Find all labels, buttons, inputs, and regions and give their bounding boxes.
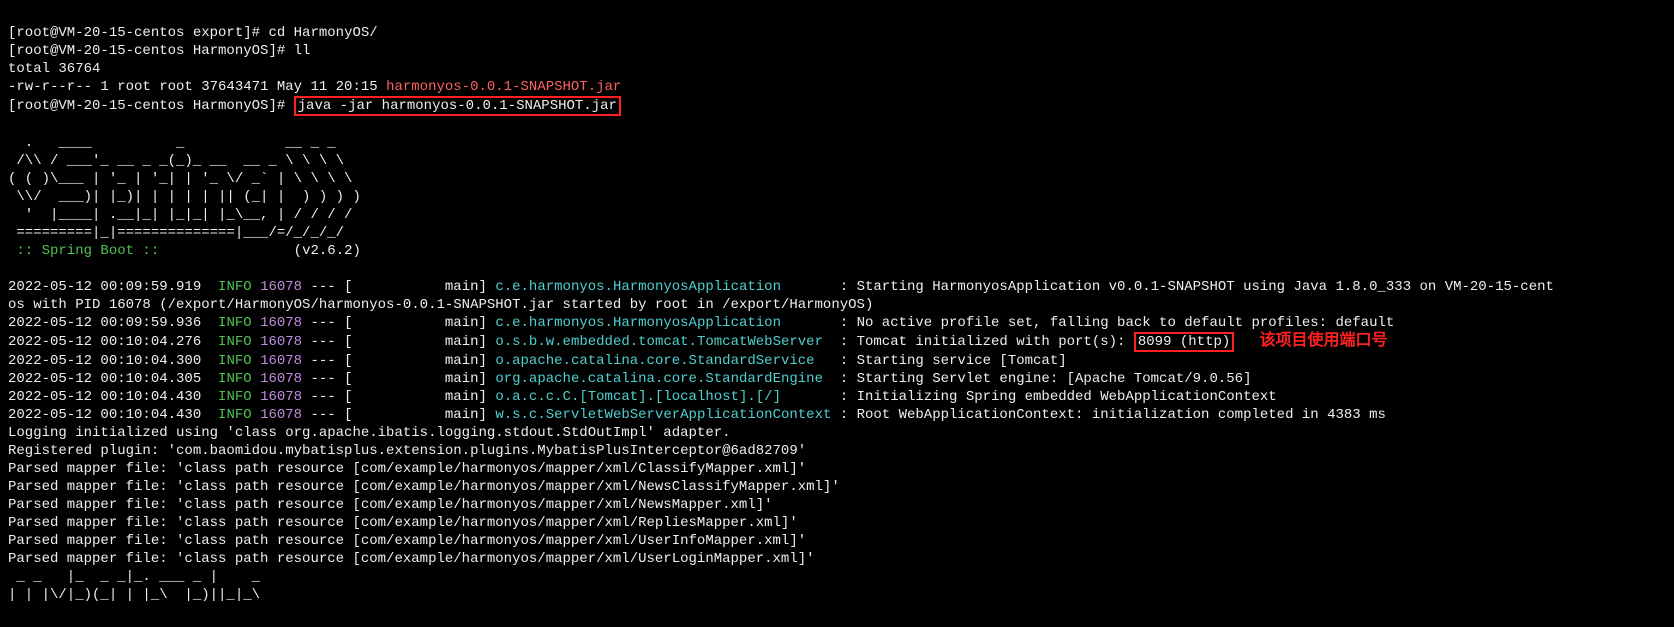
plain-log: Registered plugin: 'com.baomidou.mybatis… [8, 443, 806, 459]
port-annotation: 该项目使用端口号 [1260, 332, 1388, 349]
cmd-java-jar-highlight: java -jar harmonyos-0.0.1-SNAPSHOT.jar [294, 96, 621, 116]
cmd-ll: ll [294, 43, 311, 59]
log-pid: 16078 [260, 407, 302, 423]
cmd-java-jar: java -jar harmonyos-0.0.1-SNAPSHOT.jar [298, 98, 617, 114]
log-thread: main [445, 407, 479, 423]
log-pid: 16078 [260, 353, 302, 369]
plain-log: Parsed mapper file: 'class path resource… [8, 497, 773, 513]
log-level: INFO [218, 407, 252, 423]
plain-log: Parsed mapper file: 'class path resource… [8, 479, 840, 495]
log-logger: w.s.c.ServletWebServerApplicationContext [495, 407, 831, 423]
log-pid: 16078 [260, 389, 302, 405]
spring-banner-l2: /\\ / ___'_ __ _ _(_)_ __ __ _ \ \ \ \ [8, 153, 344, 169]
log-ts: 2022-05-12 00:09:59.919 [8, 279, 201, 295]
spring-banner-l5: ' |____| .__|_| |_|_| |_\__, | / / / / [8, 207, 352, 223]
ls-line-prefix: -rw-r--r-- 1 root root 37643471 May 11 2… [8, 79, 386, 95]
log-cont: os with PID 16078 (/export/HarmonyOS/har… [8, 297, 873, 313]
prompt-2: [root@VM-20-15-centos HarmonyOS]# [8, 43, 294, 59]
log-thread: main [445, 334, 479, 350]
plain-log: Parsed mapper file: 'class path resource… [8, 461, 806, 477]
plain-log: Parsed mapper file: 'class path resource… [8, 533, 806, 549]
plain-log: Logging initialized using 'class org.apa… [8, 425, 731, 441]
mybatis-banner-l1: _ _ |_ _ _|_. ___ _ | _ [8, 569, 268, 585]
plain-log: Parsed mapper file: 'class path resource… [8, 515, 798, 531]
log-pid: 16078 [260, 334, 302, 350]
log-ts: 2022-05-12 00:10:04.300 [8, 353, 201, 369]
log-level: INFO [218, 279, 252, 295]
log-level: INFO [218, 334, 252, 350]
log-msg: : Starting service [Tomcat] [840, 353, 1067, 369]
log-ts: 2022-05-12 00:10:04.430 [8, 407, 201, 423]
log-msg: : Tomcat initialized with port(s): [840, 334, 1134, 350]
plain-log: Parsed mapper file: 'class path resource… [8, 551, 815, 567]
log-pid: 16078 [260, 371, 302, 387]
log-logger: o.s.b.w.embedded.tomcat.TomcatWebServer [495, 334, 831, 350]
ls-filename: harmonyos-0.0.1-SNAPSHOT.jar [386, 79, 621, 95]
prompt-1: [root@VM-20-15-centos export]# [8, 25, 268, 41]
log-thread: main [445, 353, 479, 369]
log-msg: : Root WebApplicationContext: initializa… [840, 407, 1386, 423]
log-ts: 2022-05-12 00:09:59.936 [8, 315, 201, 331]
log-level: INFO [218, 315, 252, 331]
log-logger: c.e.harmonyos.HarmonyosApplication [495, 315, 831, 331]
log-logger: c.e.harmonyos.HarmonyosApplication [495, 279, 831, 295]
spring-banner-l4: \\/ ___)| |_)| | | | | || (_| | ) ) ) ) [8, 189, 361, 205]
cmd-cd: cd HarmonyOS/ [268, 25, 377, 41]
ls-total: total 36764 [8, 61, 100, 77]
log-ts: 2022-05-12 00:10:04.305 [8, 371, 201, 387]
log-level: INFO [218, 371, 252, 387]
log-thread: main [445, 371, 479, 387]
log-msg: : Initializing Spring embedded WebApplic… [840, 389, 1277, 405]
log-level: INFO [218, 353, 252, 369]
port-value: 8099 (http) [1138, 334, 1230, 350]
mybatis-banner-l2: | | |\/|_)(_| | |_\ |_)||_|_\ [8, 587, 268, 603]
log-pid: 16078 [260, 279, 302, 295]
log-logger: org.apache.catalina.core.StandardEngine [495, 371, 831, 387]
log-thread: main [445, 389, 479, 405]
log-logger: o.apache.catalina.core.StandardService [495, 353, 831, 369]
terminal[interactable]: [root@VM-20-15-centos export]# cd Harmon… [0, 0, 1674, 610]
log-msg: : No active profile set, falling back to… [840, 315, 1395, 331]
spring-boot-spacer [168, 243, 294, 259]
spring-banner-l3: ( ( )\___ | '_ | '_| | '_ \/ _` | \ \ \ … [8, 171, 352, 187]
spring-banner-l6: =========|_|==============|___/=/_/_/_/ [8, 225, 344, 241]
spring-boot-version: (v2.6.2) [294, 243, 361, 259]
log-msg: : Starting HarmonyosApplication v0.0.1-S… [840, 279, 1554, 295]
log-thread: main [445, 279, 479, 295]
log-ts: 2022-05-12 00:10:04.430 [8, 389, 201, 405]
spring-boot-label: :: Spring Boot :: [8, 243, 168, 259]
log-msg: : Starting Servlet engine: [Apache Tomca… [840, 371, 1252, 387]
spring-banner-l1: . ____ _ __ _ _ [8, 135, 336, 151]
log-ts: 2022-05-12 00:10:04.276 [8, 334, 201, 350]
port-highlight: 8099 (http) [1134, 332, 1234, 352]
log-pid: 16078 [260, 315, 302, 331]
log-thread: main [445, 315, 479, 331]
prompt-3: [root@VM-20-15-centos HarmonyOS]# [8, 98, 294, 114]
log-logger: o.a.c.c.C.[Tomcat].[localhost].[/] [495, 389, 831, 405]
log-level: INFO [218, 389, 252, 405]
